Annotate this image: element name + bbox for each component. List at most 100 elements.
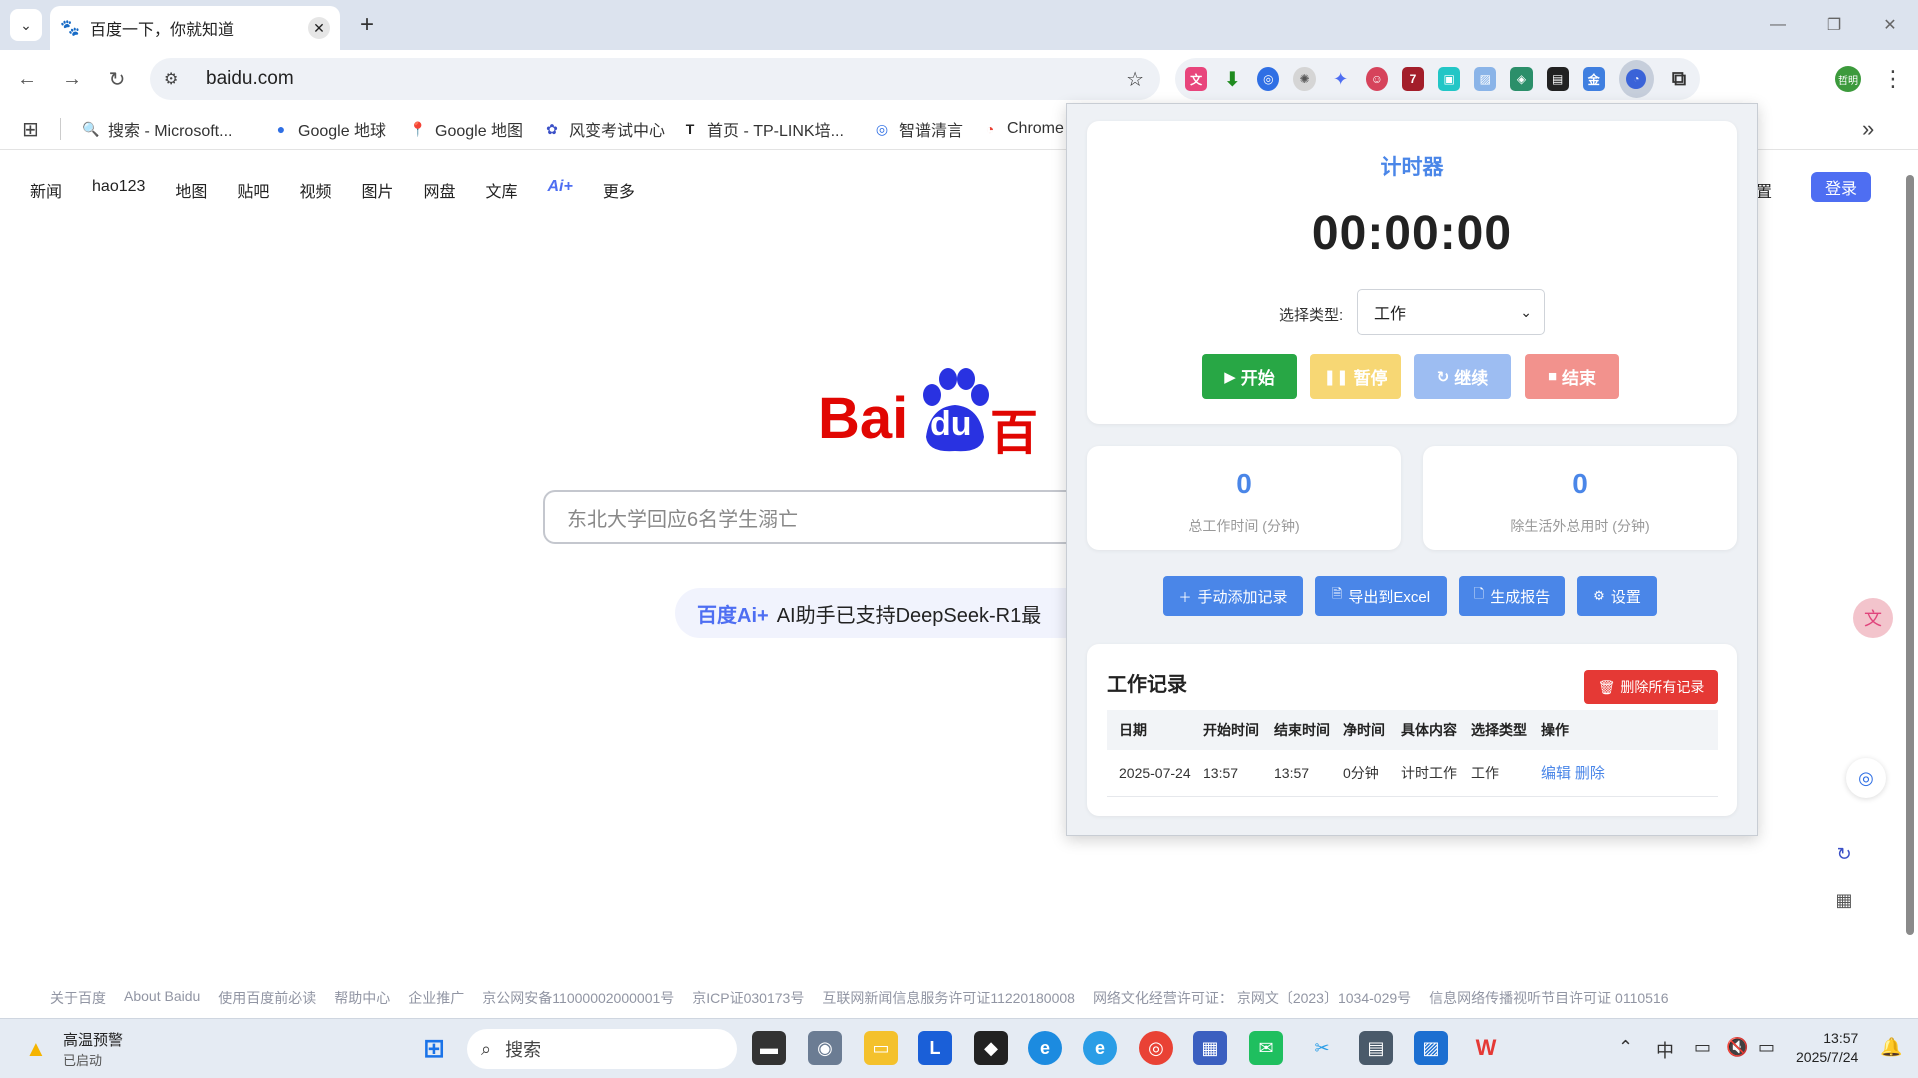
footer-link[interactable]: 京ICP证030173号	[692, 988, 804, 1008]
nav-news[interactable]: 新闻	[30, 178, 62, 202]
screenshot-extension-icon[interactable]: ▣	[1438, 67, 1461, 91]
footer-link[interactable]: 关于百度	[50, 988, 106, 1008]
timer-extension-icon[interactable]: ◔	[1618, 60, 1654, 98]
gold-extension-icon[interactable]: 金	[1582, 67, 1605, 91]
start-button[interactable]: ▶ 开始	[1202, 354, 1297, 399]
bookmark-item[interactable]: 📍 Google 地图	[409, 117, 523, 141]
address-bar[interactable]: ⚙ baidu.com ☆	[150, 58, 1160, 100]
nav-more[interactable]: 更多	[603, 178, 635, 202]
close-window-button[interactable]: ✕	[1870, 10, 1910, 40]
footer-link[interactable]: About Baidu	[124, 988, 200, 1008]
reload-button[interactable]: ↻	[102, 64, 132, 94]
footer-link[interactable]: 网络文化经营许可证： 京网文〔2023〕1034-029号	[1093, 988, 1411, 1008]
type-select[interactable]: 工作 ⌄	[1357, 289, 1545, 335]
wechat-icon[interactable]: ✉	[1249, 1031, 1283, 1065]
refresh-float-icon[interactable]: ↻	[1824, 834, 1864, 874]
bookmark-star-icon[interactable]: ☆	[1126, 67, 1144, 92]
start-menu-icon[interactable]: ⊞	[417, 1031, 451, 1065]
profile-avatar[interactable]: 哲明	[1835, 66, 1861, 92]
bookmark-item[interactable]: ✿ 风变考试中心	[543, 117, 665, 141]
nav-pan[interactable]: 网盘	[423, 178, 455, 202]
settings-button[interactable]: ⚙ 设置	[1577, 576, 1657, 616]
zhipu-extension-icon[interactable]: ◎	[1257, 67, 1280, 91]
kimi-extension-icon[interactable]: ✦	[1330, 67, 1352, 91]
notification-bell-icon[interactable]: 🔔	[1880, 1037, 1902, 1058]
app-cube-icon[interactable]: ◆	[974, 1031, 1008, 1065]
footer-link[interactable]: 帮助中心	[334, 988, 390, 1008]
battery-icon[interactable]: ▭	[1758, 1037, 1775, 1058]
tab-baidu[interactable]: 🐾 百度一下，你就知道 ✕	[50, 6, 340, 50]
zhipu-float-icon[interactable]: ◎	[1846, 758, 1886, 798]
wps-icon[interactable]: W	[1469, 1031, 1503, 1065]
nav-video[interactable]: 视频	[299, 178, 331, 202]
footer-link[interactable]: 使用百度前必读	[218, 988, 316, 1008]
settings-link[interactable]: 置	[1756, 178, 1772, 202]
edit-link[interactable]: 编辑	[1541, 765, 1571, 782]
nav-wenku[interactable]: 文库	[485, 178, 517, 202]
qr-code-icon[interactable]: ▦	[1824, 880, 1864, 920]
footer-link[interactable]: 互联网新闻信息服务许可证11220180008	[822, 988, 1075, 1008]
restore-button[interactable]: ❐	[1814, 10, 1854, 40]
footer-link[interactable]: 京公网安备11000002000001号	[482, 988, 674, 1008]
ai-banner[interactable]: 百度Ai+ AI助手已支持DeepSeek-R1最	[675, 588, 1075, 638]
ime-indicator[interactable]: 中	[1656, 1037, 1674, 1063]
scrollbar-thumb[interactable]	[1906, 175, 1914, 935]
store-icon[interactable]: ▦	[1193, 1031, 1227, 1065]
bookmarks-overflow-icon[interactable]: »	[1862, 116, 1874, 142]
new-tab-button[interactable]: +	[352, 10, 382, 40]
export-excel-button[interactable]: 🗎 导出到Excel	[1315, 576, 1447, 616]
system-clock[interactable]: 13:57 2025/7/24	[1796, 1029, 1858, 1067]
calculator-icon[interactable]: ▤	[1359, 1031, 1393, 1065]
camera-icon[interactable]: ◉	[808, 1031, 842, 1065]
terminal-extension-icon[interactable]: ▤	[1546, 67, 1569, 91]
puzzle-icon[interactable]: ⧉	[1668, 67, 1690, 91]
network-icon[interactable]: ▭	[1694, 1037, 1711, 1058]
close-icon[interactable]: ✕	[308, 17, 330, 39]
delete-all-button[interactable]: 🗑 删除所有记录	[1584, 670, 1718, 704]
nav-hao123[interactable]: hao123	[92, 178, 145, 202]
nav-ai[interactable]: Ai+	[548, 178, 573, 202]
more-menu-icon[interactable]: ⋮	[1880, 64, 1906, 94]
openai-extension-icon[interactable]: ✺	[1293, 67, 1316, 91]
bookmark-item[interactable]: ◎ 智谱清言	[873, 117, 963, 141]
photos-icon[interactable]: ▨	[1414, 1031, 1448, 1065]
footer-link[interactable]: 企业推广	[408, 988, 464, 1008]
bookmark-item[interactable]: ● Google 地球	[272, 117, 386, 141]
bookmark-item[interactable]: 🔍 搜索 - Microsoft...	[82, 117, 232, 141]
nav-images[interactable]: 图片	[361, 178, 393, 202]
translate-float-icon[interactable]: 文	[1853, 598, 1893, 638]
snipping-tool-icon[interactable]: ✂	[1305, 1031, 1339, 1065]
delete-link[interactable]: 删除	[1575, 765, 1605, 782]
site-info-icon[interactable]: ⚙	[164, 69, 188, 89]
chrome-icon[interactable]: ◎	[1139, 1031, 1173, 1065]
bookmark-item[interactable]: ◔ Chrome	[981, 117, 1064, 141]
translate-extension-icon[interactable]: 文	[1185, 67, 1208, 91]
login-button[interactable]: 登录	[1811, 172, 1871, 202]
image-extension-icon[interactable]: ▨	[1474, 67, 1497, 91]
apps-grid-icon[interactable]: ⊞	[22, 117, 39, 142]
resume-button[interactable]: ↻ 继续	[1414, 354, 1511, 399]
download-extension-icon[interactable]: ⬇	[1221, 67, 1243, 91]
tab-search-button[interactable]: ⌄	[10, 9, 42, 41]
layers-extension-icon[interactable]: ◈	[1510, 67, 1533, 91]
page-scrollbar[interactable]	[1904, 155, 1914, 1010]
end-button[interactable]: ■ 结束	[1525, 354, 1619, 399]
forward-button[interactable]: →	[57, 64, 87, 94]
footer-link[interactable]: 信息网络传播视听节目许可证 0110516	[1429, 988, 1668, 1008]
pause-button[interactable]: ❚❚ 暂停	[1310, 354, 1401, 399]
nav-tieba[interactable]: 贴吧	[237, 178, 269, 202]
edge-icon[interactable]: e	[1028, 1031, 1062, 1065]
generate-report-button[interactable]: 🗋 生成报告	[1459, 576, 1565, 616]
nav-map[interactable]: 地图	[175, 178, 207, 202]
avatar-extension-icon[interactable]: ☺	[1365, 67, 1388, 91]
file-explorer-icon[interactable]: ▭	[864, 1031, 898, 1065]
volume-muted-icon[interactable]: 🔇	[1726, 1037, 1748, 1058]
badge-extension-icon[interactable]: 7	[1401, 67, 1425, 91]
taskbar-search[interactable]: ⌕ 搜索	[467, 1029, 737, 1069]
app-l-icon[interactable]: L	[918, 1031, 952, 1065]
task-view-icon[interactable]: ▬	[752, 1031, 786, 1065]
edge-ai-icon[interactable]: e	[1083, 1031, 1117, 1065]
add-record-button[interactable]: ＋ 手动添加记录	[1163, 576, 1303, 616]
weather-widget[interactable]: ▲ 高温预警 已启动	[25, 1029, 123, 1069]
back-button[interactable]: ←	[12, 64, 42, 94]
